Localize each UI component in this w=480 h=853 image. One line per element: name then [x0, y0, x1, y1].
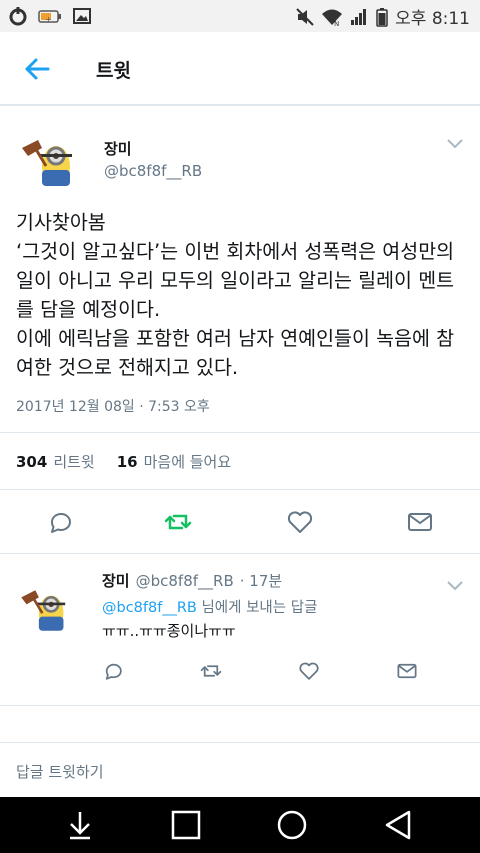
gallery-icon [73, 8, 91, 24]
carrier-icon [9, 7, 27, 26]
author-handle[interactable]: @bc8f8f__RB [104, 162, 202, 180]
svg-text:+: + [45, 15, 52, 24]
chevron-down-icon[interactable] [446, 138, 464, 150]
wifi-icon: N [322, 9, 343, 27]
svg-text:N: N [334, 20, 339, 27]
tweet-stats: 304 리트윗 16 마음에 들어요 [0, 432, 480, 490]
reply-header: 장미 @bc8f8f__RB · 17분 [102, 570, 282, 591]
recent-apps-icon[interactable] [170, 809, 202, 841]
replying-to: @bc8f8f__RB 님에게 보내는 답글 [102, 596, 317, 617]
reply-icon[interactable] [46, 508, 74, 536]
clock: 오후 8:11 [395, 9, 470, 29]
tweet-text: 기사찾아봄 ‘그것이 알고싶다’는 이번 회차에서 성폭력은 여성만의 일이 아… [16, 211, 455, 379]
reply-to-suffix: 님에게 보내는 답글 [196, 600, 318, 616]
direct-message-icon[interactable] [406, 508, 434, 536]
chevron-down-icon[interactable] [446, 580, 464, 592]
reply-compose-bar[interactable]: 답글 트윗하기 [0, 742, 480, 796]
like-heart-icon[interactable] [298, 660, 320, 682]
tweet-timestamp[interactable]: 2017년 12월 08일 · 7:53 오후 [16, 396, 210, 416]
retweet-label[interactable]: 리트윗 [53, 451, 94, 472]
signal-icon [351, 8, 367, 25]
retweet-count[interactable]: 304 [16, 453, 47, 471]
reply-author-name[interactable]: 장미 [102, 570, 130, 591]
like-heart-icon[interactable] [286, 508, 314, 536]
reply-tweet[interactable]: 장미 @bc8f8f__RB · 17분 @bc8f8f__RB 님에게 보내는… [0, 556, 480, 706]
reply-author-handle[interactable]: @bc8f8f__RB [136, 572, 234, 590]
mute-icon [296, 7, 314, 26]
like-count[interactable]: 16 [117, 453, 138, 471]
retweet-icon[interactable] [164, 508, 192, 536]
battery-saver-icon: + [38, 10, 61, 24]
status-bar: + N 오후 8:11 [0, 0, 480, 32]
reply-text: ㅠㅠ..ㅠㅠ종이나ㅠㅠ [102, 622, 236, 640]
reply-time: · 17분 [239, 572, 283, 590]
battery-icon [376, 7, 388, 27]
arrow-left-icon[interactable] [22, 54, 52, 84]
avatar[interactable] [16, 578, 74, 636]
direct-message-icon[interactable] [396, 660, 418, 682]
like-label[interactable]: 마음에 들어요 [144, 451, 232, 472]
hide-keyboard-icon[interactable] [64, 809, 96, 841]
reply-icon[interactable] [102, 660, 124, 682]
avatar[interactable] [16, 126, 82, 192]
reply-to-mention[interactable]: @bc8f8f__RB [102, 600, 197, 616]
tweet-actions [0, 490, 480, 554]
reply-input[interactable]: 답글 트윗하기 [16, 761, 104, 782]
app-bar: 트윗 [0, 32, 480, 106]
back-nav-icon[interactable] [382, 809, 414, 841]
retweet-icon[interactable] [200, 660, 222, 682]
author-name[interactable]: 장미 [104, 138, 132, 159]
navigation-bar [0, 797, 480, 853]
home-icon[interactable] [276, 809, 308, 841]
page-title: 트윗 [96, 60, 131, 82]
